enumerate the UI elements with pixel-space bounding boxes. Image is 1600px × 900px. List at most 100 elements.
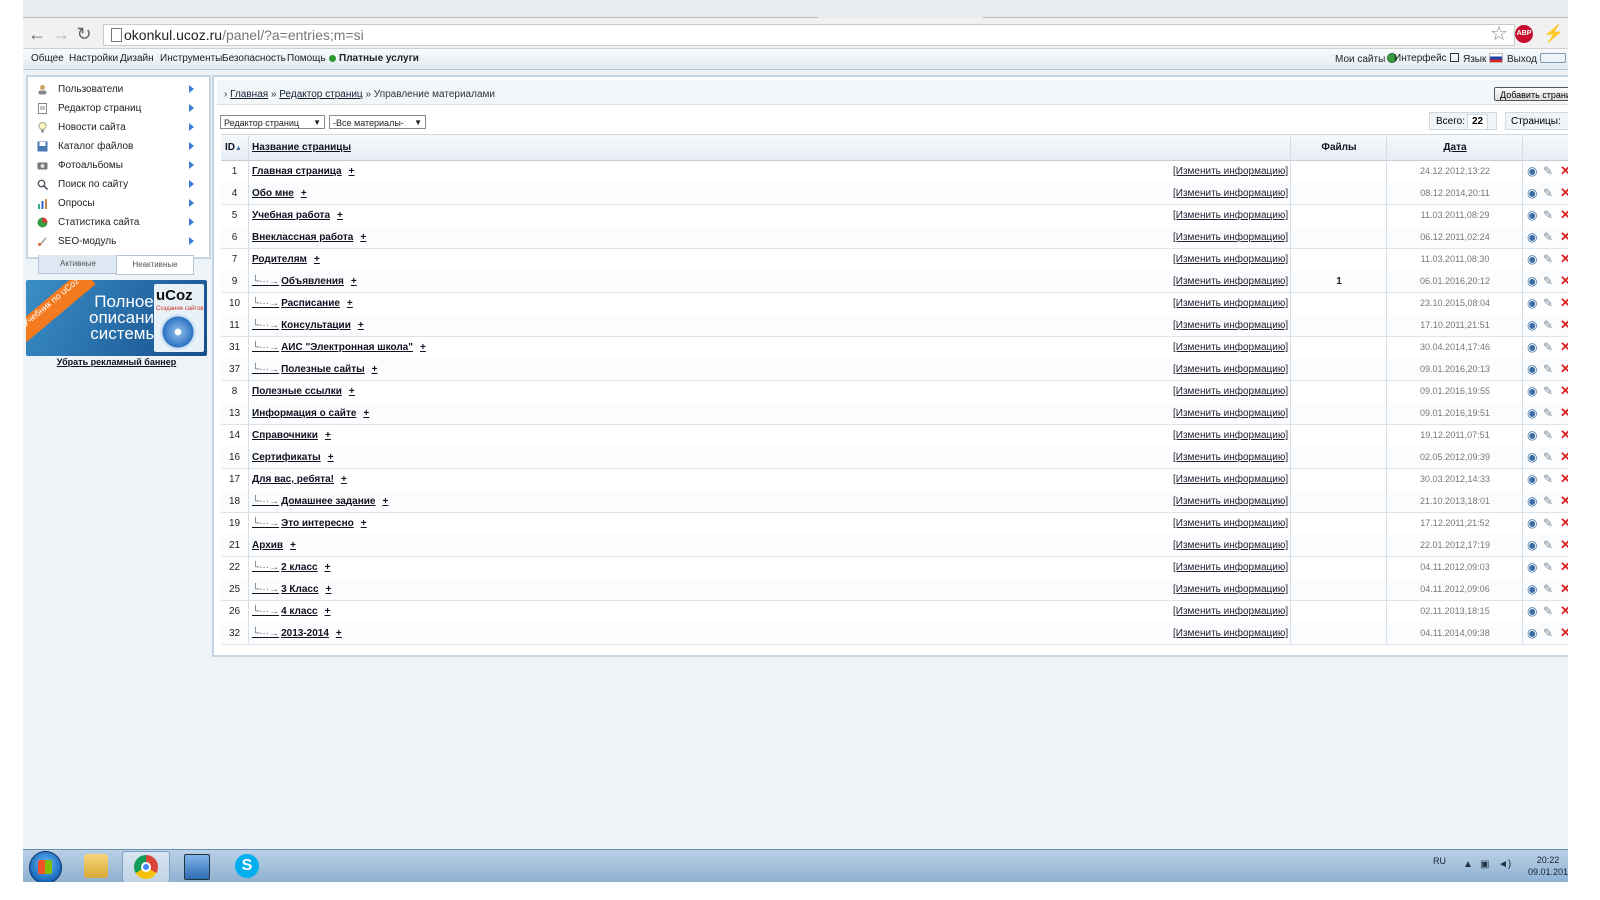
sidebar-item-statistics[interactable]: Статистика сайта: [33, 215, 198, 232]
page-title-link[interactable]: Это интересно: [281, 518, 354, 529]
menu-security[interactable]: Безопасность: [222, 53, 286, 64]
edit-info-link[interactable]: [Изменить информацию]: [1173, 430, 1288, 441]
edit-info-link[interactable]: [Изменить информацию]: [1173, 298, 1288, 309]
menu-design[interactable]: Дизайн: [120, 53, 154, 64]
add-subpage-link[interactable]: +: [325, 562, 331, 573]
sidebar-item-photo-albums[interactable]: Фотоальбомы: [33, 158, 198, 175]
add-subpage-link[interactable]: +: [361, 518, 367, 529]
page-title-link[interactable]: Информация о сайте: [252, 408, 356, 419]
edit-wrench-icon[interactable]: ✎: [1543, 208, 1555, 222]
edit-info-link[interactable]: [Изменить информацию]: [1173, 232, 1288, 243]
page-title-link[interactable]: Обо мне: [252, 188, 294, 199]
page-title-link[interactable]: Полезные ссылки: [252, 386, 342, 397]
breadcrumb-section[interactable]: Редактор страниц: [279, 89, 362, 100]
page-title-link[interactable]: Объявления: [281, 276, 344, 287]
page-title-link[interactable]: Полезные сайты: [281, 364, 365, 375]
edit-wrench-icon[interactable]: ✎: [1543, 296, 1555, 310]
taskbar-chrome[interactable]: [122, 851, 170, 883]
edit-info-link[interactable]: [Изменить информацию]: [1173, 518, 1288, 529]
edit-wrench-icon[interactable]: ✎: [1543, 318, 1555, 332]
menu-interface[interactable]: Интерфейс: [1394, 53, 1459, 64]
page-title-link[interactable]: 3 Класс: [281, 584, 318, 595]
taskbar-skype[interactable]: S: [224, 851, 270, 881]
view-eye-icon[interactable]: ◉: [1527, 341, 1539, 353]
view-eye-icon[interactable]: ◉: [1527, 209, 1539, 221]
edit-info-link[interactable]: [Изменить информацию]: [1173, 606, 1288, 617]
edit-wrench-icon[interactable]: ✎: [1543, 560, 1555, 574]
add-subpage-link[interactable]: +: [358, 320, 364, 331]
view-eye-icon[interactable]: ◉: [1527, 473, 1539, 485]
view-eye-icon[interactable]: ◉: [1527, 407, 1539, 419]
ad-banner[interactable]: Учебник по uCoz Полное описание системы …: [26, 280, 207, 356]
sidebar-item-page-editor[interactable]: Редактор страниц: [33, 101, 198, 118]
page-title-link[interactable]: Главная страница: [252, 166, 342, 177]
start-button[interactable]: [29, 851, 62, 884]
page-title-link[interactable]: Домашнее задание: [281, 496, 375, 507]
edit-info-link[interactable]: [Изменить информацию]: [1173, 628, 1288, 639]
view-eye-icon[interactable]: ◉: [1527, 583, 1539, 595]
add-subpage-link[interactable]: +: [349, 166, 355, 177]
edit-wrench-icon[interactable]: ✎: [1543, 626, 1555, 640]
page-title-link[interactable]: 2 класс: [281, 562, 318, 573]
menu-tools[interactable]: Инструменты: [160, 53, 222, 64]
menu-language[interactable]: Язык: [1463, 53, 1504, 65]
add-subpage-link[interactable]: +: [325, 430, 331, 441]
materials-select[interactable]: -Все материалы- ▼: [329, 115, 426, 129]
edit-wrench-icon[interactable]: ✎: [1543, 604, 1555, 618]
taskbar-control-panel[interactable]: [173, 851, 219, 881]
view-eye-icon[interactable]: ◉: [1527, 187, 1539, 199]
page-title-link[interactable]: Расписание: [281, 298, 340, 309]
edit-info-link[interactable]: [Изменить информацию]: [1173, 474, 1288, 485]
add-subpage-link[interactable]: +: [347, 298, 353, 309]
add-subpage-link[interactable]: +: [360, 232, 366, 243]
add-subpage-link[interactable]: +: [314, 254, 320, 265]
view-eye-icon[interactable]: ◉: [1527, 605, 1539, 617]
page-title-link[interactable]: АИС "Электронная школа": [281, 342, 413, 353]
reload-icon[interactable]: ↻: [75, 25, 93, 43]
view-eye-icon[interactable]: ◉: [1527, 627, 1539, 639]
lightning-extension-icon[interactable]: ⚡: [1543, 24, 1564, 44]
edit-wrench-icon[interactable]: ✎: [1543, 274, 1555, 288]
edit-wrench-icon[interactable]: ✎: [1543, 516, 1555, 530]
taskbar-explorer[interactable]: [73, 851, 119, 881]
edit-info-link[interactable]: [Изменить информацию]: [1173, 496, 1288, 507]
menu-settings[interactable]: Настройки: [69, 53, 118, 64]
page-title-link[interactable]: Для вас, ребята!: [252, 474, 334, 485]
sidebar-item-users[interactable]: Пользователи: [33, 82, 198, 99]
page-title-link[interactable]: Сертификаты: [252, 452, 321, 463]
view-eye-icon[interactable]: ◉: [1527, 319, 1539, 331]
edit-wrench-icon[interactable]: ✎: [1543, 340, 1555, 354]
edit-info-link[interactable]: [Изменить информацию]: [1173, 562, 1288, 573]
sidebar-item-seo[interactable]: SEO-модуль: [33, 234, 198, 251]
edit-info-link[interactable]: [Изменить информацию]: [1173, 408, 1288, 419]
add-subpage-link[interactable]: +: [420, 342, 426, 353]
page-title-link[interactable]: 4 класс: [281, 606, 318, 617]
sidebar-item-file-catalog[interactable]: Каталог файлов: [33, 139, 198, 156]
add-subpage-link[interactable]: +: [301, 188, 307, 199]
view-eye-icon[interactable]: ◉: [1527, 165, 1539, 177]
add-subpage-link[interactable]: +: [382, 496, 388, 507]
page-title-link[interactable]: Справочники: [252, 430, 318, 441]
edit-info-link[interactable]: [Изменить информацию]: [1173, 210, 1288, 221]
view-eye-icon[interactable]: ◉: [1527, 561, 1539, 573]
edit-info-link[interactable]: [Изменить информацию]: [1173, 188, 1288, 199]
sidebar-item-polls[interactable]: Опросы: [33, 196, 198, 213]
edit-info-link[interactable]: [Изменить информацию]: [1173, 364, 1288, 375]
add-subpage-link[interactable]: +: [372, 364, 378, 375]
tab-active[interactable]: Активные: [38, 255, 118, 274]
edit-wrench-icon[interactable]: ✎: [1543, 450, 1555, 464]
tab-inactive[interactable]: Неактивные: [116, 255, 194, 275]
edit-wrench-icon[interactable]: ✎: [1543, 428, 1555, 442]
edit-info-link[interactable]: [Изменить информацию]: [1173, 320, 1288, 331]
menu-paid-services[interactable]: Платные услуги: [329, 53, 419, 64]
view-eye-icon[interactable]: ◉: [1527, 297, 1539, 309]
page-title-link[interactable]: Учебная работа: [252, 210, 330, 221]
breadcrumb-home[interactable]: Главная: [230, 89, 268, 100]
add-subpage-link[interactable]: +: [336, 628, 342, 639]
edit-info-link[interactable]: [Изменить информацию]: [1173, 254, 1288, 265]
address-bar[interactable]: okonkul.ucoz.ru/panel/?a=entries;m=si: [103, 24, 1515, 46]
edit-wrench-icon[interactable]: ✎: [1543, 538, 1555, 552]
add-subpage-link[interactable]: +: [363, 408, 369, 419]
column-id[interactable]: ID▲: [225, 142, 242, 153]
edit-wrench-icon[interactable]: ✎: [1543, 252, 1555, 266]
